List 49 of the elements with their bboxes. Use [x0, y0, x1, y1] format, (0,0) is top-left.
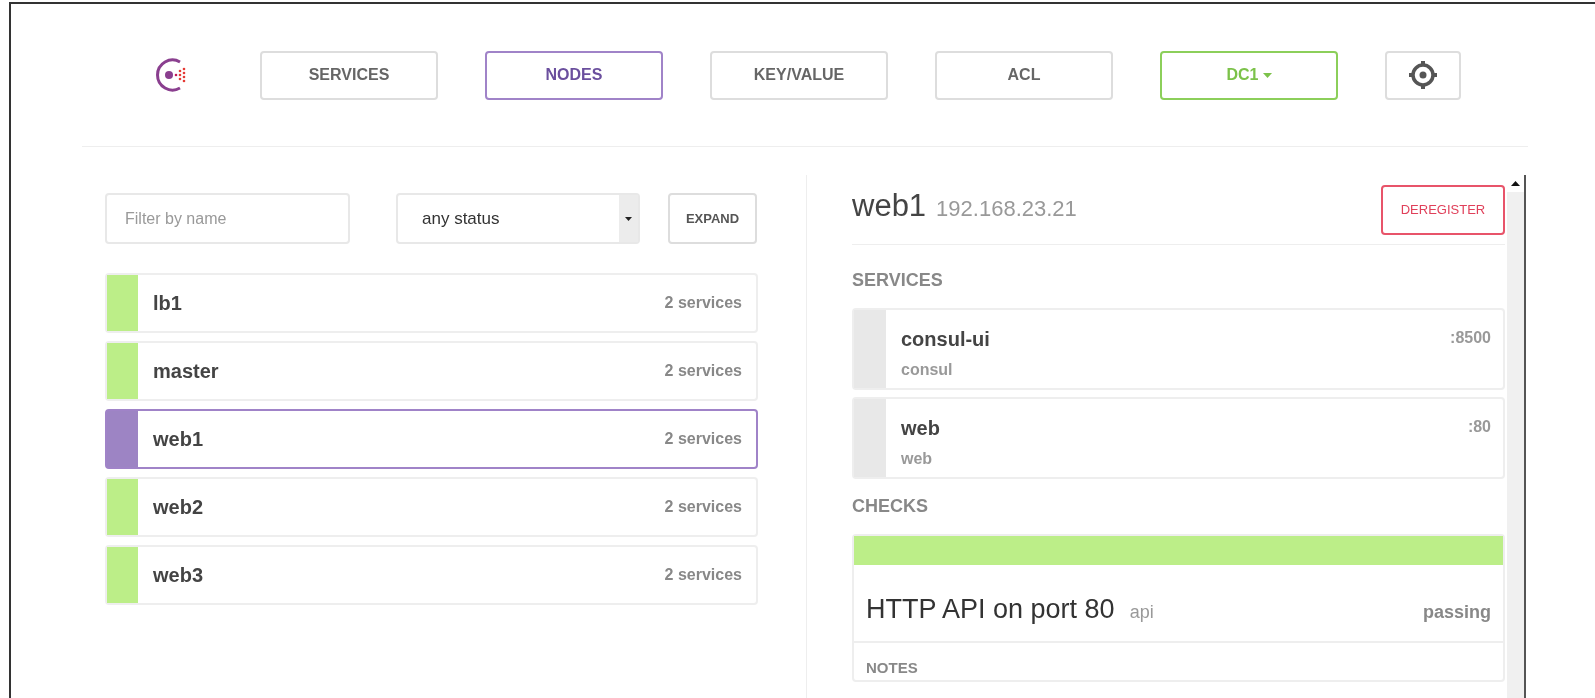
status-select[interactable]: any status	[396, 193, 640, 244]
status-bar	[107, 275, 138, 331]
service-count: 2 services	[664, 293, 743, 313]
caret-icon	[1262, 72, 1272, 78]
node-address: 192.168.23.21	[936, 195, 1077, 224]
service-row[interactable]: web web :80	[852, 397, 1505, 479]
check-service: api	[1129, 601, 1154, 624]
deregister-button[interactable]: DEREGISTER	[1381, 184, 1505, 235]
node-row[interactable]: master 2 services	[105, 341, 758, 401]
node-row[interactable]: lb1 2 services	[105, 273, 758, 333]
node-name: web2	[152, 495, 205, 520]
filter-field[interactable]: Filter by name	[105, 193, 350, 244]
service-tag: web	[901, 447, 1468, 471]
service-name: consul-ui	[901, 327, 991, 352]
check-status: passing	[1422, 601, 1491, 624]
nav-tab[interactable]: NODES	[485, 50, 663, 100]
service-count: 2 services	[664, 565, 743, 585]
node-name: web1	[152, 427, 205, 452]
node-row[interactable]: web1 2 services	[105, 409, 758, 469]
service-port: :8500	[1450, 328, 1492, 348]
caret-icon	[619, 195, 638, 242]
nav-tab[interactable]: SERVICES	[260, 50, 438, 100]
check-name: HTTP API on port 80	[866, 593, 1115, 626]
nav-tab[interactable]: KEY/VALUE	[710, 50, 888, 100]
settings-button[interactable]	[1385, 50, 1461, 100]
node-row[interactable]: web3 2 services	[105, 545, 758, 605]
node-name: web3	[152, 563, 205, 588]
service-tag: consul	[901, 358, 1451, 382]
notes-heading: NOTES	[865, 658, 919, 678]
settings-icon	[1408, 60, 1438, 90]
node-name: master	[152, 359, 220, 384]
service-row[interactable]: consul-ui consul :8500	[852, 308, 1505, 390]
status-bar	[107, 479, 138, 535]
nav-tab[interactable]: ACL	[935, 50, 1113, 100]
service-count: 2 services	[664, 429, 743, 449]
service-count: 2 services	[664, 497, 743, 517]
node-row[interactable]: web2 2 services	[105, 477, 758, 537]
status-bar	[107, 411, 138, 467]
status-bar	[107, 547, 138, 603]
node-title: web1	[852, 187, 927, 226]
section-heading: SERVICES	[852, 269, 944, 292]
expand-button[interactable]: EXPAND	[668, 193, 757, 244]
scrollbar[interactable]	[1507, 175, 1526, 698]
node-name: lb1	[152, 291, 183, 316]
status-bar	[107, 343, 138, 399]
service-name: web	[901, 416, 941, 441]
service-count: 2 services	[664, 361, 743, 381]
section-heading: CHECKS	[852, 495, 929, 518]
service-port: :80	[1467, 417, 1492, 437]
